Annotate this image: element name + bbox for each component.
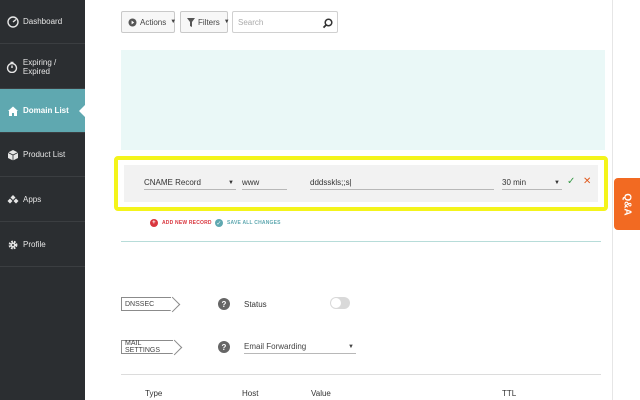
status-label: Status [244, 300, 267, 309]
sidebar-item-expiring[interactable]: Expiring / Expired [0, 45, 85, 89]
record-highlight: CNAME Record ▼ www dddsskls;;s| 30 min ▼… [114, 156, 608, 211]
caret-down-icon: ▼ [223, 19, 230, 25]
mail-settings-tag: MAIL SETTINGS [121, 340, 173, 354]
sidebar-item-domain-list[interactable]: Domain List [0, 89, 85, 133]
search-icon[interactable] [322, 16, 333, 34]
help-icon[interactable]: ? [218, 341, 230, 353]
mail-settings-select[interactable]: Email Forwarding ▼ [244, 340, 356, 354]
box-icon [6, 148, 19, 161]
apps-icon [6, 193, 19, 206]
filter-icon [187, 17, 195, 27]
content-edge [612, 0, 613, 400]
plus-icon: + [150, 219, 158, 227]
caret-down-icon: ▼ [170, 19, 177, 25]
sidebar-item-label: Domain List [23, 106, 69, 115]
dnssec-tag-label: DNSSEC [125, 300, 155, 308]
search-box [232, 11, 338, 33]
caret-down-icon: ▼ [348, 343, 354, 350]
add-new-record-label: ADD NEW RECORD [162, 220, 212, 226]
column-header-type: Type [145, 389, 163, 398]
sidebar-item-apps[interactable]: Apps [0, 178, 85, 222]
qa-tab-label: Q&A [621, 192, 633, 216]
play-icon [128, 18, 137, 27]
sidebar-item-product-list[interactable]: Product List [0, 133, 85, 177]
add-new-record-button[interactable]: + ADD NEW RECORD [150, 219, 212, 227]
help-icon-glyph: ? [221, 299, 227, 309]
caret-down-icon: ▼ [554, 179, 560, 186]
mail-settings-tag-label: MAIL SETTINGS [125, 340, 161, 354]
divider [121, 374, 601, 375]
sidebar-item-label: Product List [23, 150, 66, 159]
caret-down-icon: ▼ [228, 179, 234, 186]
confirm-check-icon[interactable]: ✓ [567, 176, 575, 187]
column-header-host: Host [242, 389, 259, 398]
filters-dropdown[interactable]: Filters ▼ [180, 11, 230, 33]
timer-icon [6, 60, 19, 73]
actions-dropdown[interactable]: Actions ▼ [121, 11, 177, 33]
dnssec-status-toggle[interactable] [330, 297, 350, 309]
sidebar-item-profile[interactable]: Profile [0, 223, 85, 267]
search-input[interactable] [233, 12, 319, 33]
home-icon [6, 104, 19, 117]
filters-label: Filters [198, 17, 220, 27]
host-value: www [242, 178, 260, 187]
value-field[interactable]: dddsskls;;s| [310, 176, 494, 190]
sidebar-item-label: Expiring / Expired [22, 57, 57, 76]
actions-label: Actions [140, 17, 167, 27]
mail-settings-value: Email Forwarding [244, 342, 307, 351]
gear-icon [6, 238, 19, 251]
records-panel [121, 50, 605, 150]
dashboard-icon [6, 15, 19, 28]
record-type-select[interactable]: CNAME Record ▼ [144, 176, 236, 190]
sidebar-item-dashboard[interactable]: Dashboard [0, 0, 85, 44]
divider [121, 241, 601, 242]
sidebar-item-label: Profile [23, 240, 46, 249]
ttl-select[interactable]: 30 min ▼ [502, 176, 562, 190]
check-icon: ✓ [215, 219, 223, 227]
sidebar: Dashboard Expiring / Expired Domain List… [0, 0, 85, 400]
column-header-value: Value [311, 389, 331, 398]
dnssec-tag: DNSSEC [121, 297, 171, 311]
sidebar-item-label: Dashboard [23, 17, 63, 26]
column-header-ttl: TTL [502, 389, 517, 398]
sidebar-item-label: Apps [23, 195, 42, 204]
ttl-value: 30 min [502, 178, 527, 187]
value-text: dddsskls;;s| [310, 178, 352, 187]
record-type-value: CNAME Record [144, 178, 201, 187]
record-edit-row: CNAME Record ▼ www dddsskls;;s| 30 min ▼… [124, 165, 598, 202]
qa-tab[interactable]: Q&A [614, 178, 640, 230]
cancel-x-icon[interactable]: ✕ [583, 176, 591, 187]
help-icon-glyph: ? [221, 342, 227, 352]
save-all-changes-button[interactable]: ✓ SAVE ALL CHANGES [215, 219, 281, 227]
host-field[interactable]: www [242, 176, 287, 190]
save-all-changes-label: SAVE ALL CHANGES [227, 220, 281, 226]
help-icon[interactable]: ? [218, 298, 230, 310]
